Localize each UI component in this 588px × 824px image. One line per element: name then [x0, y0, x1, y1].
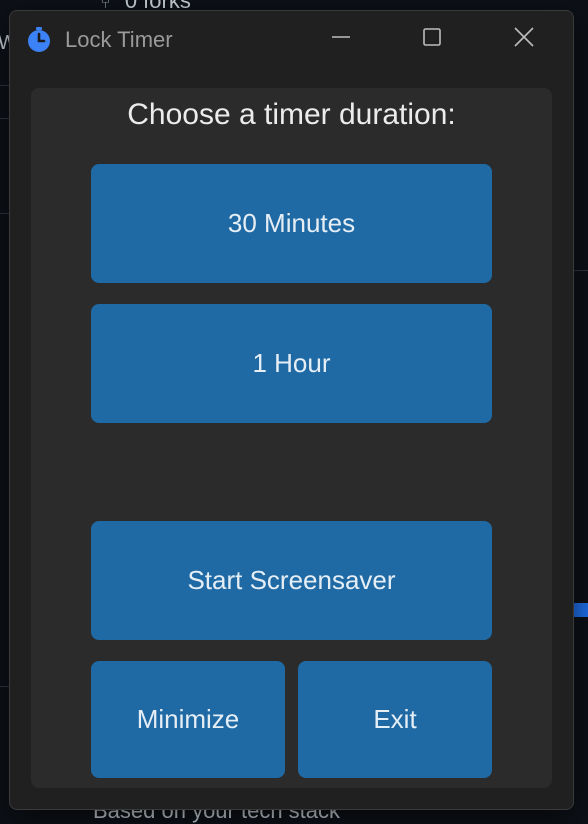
timer-icon: [26, 27, 52, 53]
exit-button[interactable]: Exit: [298, 661, 492, 778]
background-accent-bar: [572, 603, 588, 617]
title-bar[interactable]: Lock Timer: [10, 11, 573, 69]
minimize-icon: [331, 27, 351, 52]
background-divider: [0, 118, 9, 119]
minimize-label: Minimize: [136, 704, 240, 734]
prompt-label: Choose a timer duration:: [127, 98, 456, 131]
lock-timer-window: Lock Timer Choose a timer duration: 30 M…: [9, 10, 574, 810]
maximize-icon: [422, 27, 442, 52]
thirty-minutes-label: 30 Minutes: [227, 208, 356, 238]
background-divider: [0, 686, 9, 687]
thirty-minutes-button[interactable]: 30 Minutes: [91, 164, 492, 283]
start-screensaver-button[interactable]: Start Screensaver: [91, 521, 492, 640]
close-icon: [513, 26, 535, 53]
maximize-window-button[interactable]: [412, 23, 452, 55]
exit-label: Exit: [373, 704, 417, 734]
close-window-button[interactable]: [504, 23, 544, 55]
minimize-window-button[interactable]: [321, 23, 361, 55]
background-divider: [0, 85, 9, 86]
timer-panel: Choose a timer duration: 30 Minutes 1 Ho…: [31, 88, 552, 788]
window-title: Lock Timer: [65, 27, 173, 52]
background-divider: [0, 213, 9, 214]
one-hour-button[interactable]: 1 Hour: [91, 304, 492, 423]
start-screensaver-label: Start Screensaver: [187, 565, 396, 595]
background-divider: [572, 270, 588, 271]
minimize-button[interactable]: Minimize: [91, 661, 285, 778]
one-hour-label: 1 Hour: [252, 348, 331, 378]
